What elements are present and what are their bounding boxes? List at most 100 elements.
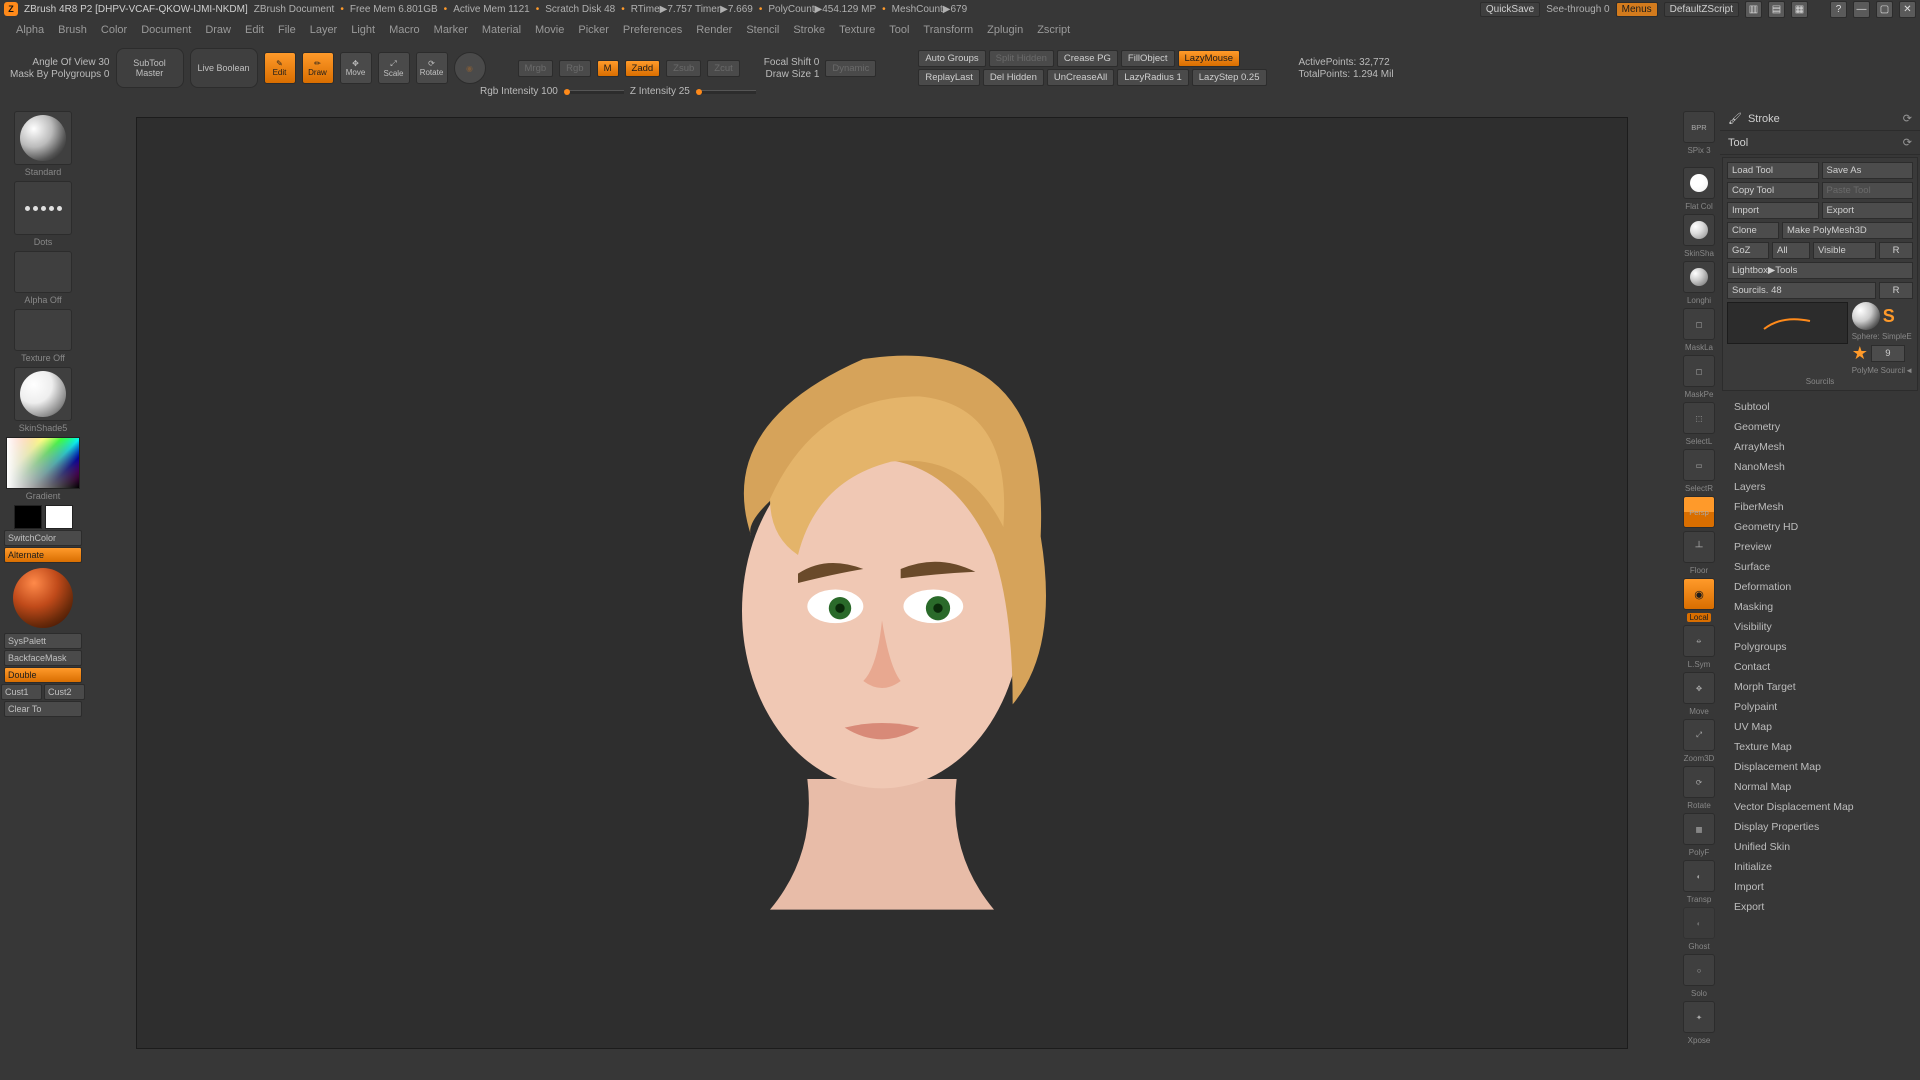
seethrough-slider[interactable]: See-through 0: [1546, 4, 1609, 15]
del-hidden-button[interactable]: Del Hidden: [983, 69, 1044, 86]
auto-groups-button[interactable]: Auto Groups: [918, 50, 985, 67]
m-button[interactable]: M: [597, 60, 619, 77]
section-arraymesh[interactable]: ArrayMesh: [1720, 437, 1920, 457]
move-nav-button[interactable]: ✥: [1683, 672, 1715, 704]
section-unified-skin[interactable]: Unified Skin: [1720, 837, 1920, 857]
clone-button[interactable]: Clone: [1727, 222, 1779, 239]
menu-transform[interactable]: Transform: [917, 22, 979, 38]
section-layers[interactable]: Layers: [1720, 477, 1920, 497]
goz-all-button[interactable]: All: [1772, 242, 1810, 259]
switch-color-button[interactable]: SwitchColor: [4, 530, 82, 546]
menu-material[interactable]: Material: [476, 22, 527, 38]
xpose-button[interactable]: ✦: [1683, 1001, 1715, 1033]
document-viewport[interactable]: [136, 117, 1628, 1049]
flatcol-button[interactable]: [1683, 167, 1715, 199]
menu-marker[interactable]: Marker: [428, 22, 474, 38]
panel-layout-2-icon[interactable]: ▤: [1768, 1, 1785, 18]
section-initialize[interactable]: Initialize: [1720, 857, 1920, 877]
section-normal-map[interactable]: Normal Map: [1720, 777, 1920, 797]
rotate-nav-button[interactable]: ⟳: [1683, 766, 1715, 798]
menu-draw[interactable]: Draw: [199, 22, 237, 38]
export-button[interactable]: Export: [1822, 202, 1914, 219]
rgb-intensity[interactable]: Rgb Intensity 100: [480, 86, 558, 97]
section-texture-map[interactable]: Texture Map: [1720, 737, 1920, 757]
edit-mode-button[interactable]: ✎Edit: [264, 52, 296, 84]
persp-button[interactable]: Persp: [1683, 496, 1715, 528]
section-morph-target[interactable]: Morph Target: [1720, 677, 1920, 697]
uncrease-all-button[interactable]: UnCreaseAll: [1047, 69, 1114, 86]
cust1-button[interactable]: Cust1: [1, 684, 42, 700]
menu-preferences[interactable]: Preferences: [617, 22, 688, 38]
color-picker[interactable]: [6, 437, 80, 489]
help-icon[interactable]: ?: [1830, 1, 1847, 18]
menu-picker[interactable]: Picker: [572, 22, 615, 38]
tool-header[interactable]: Tool ⟳: [1720, 131, 1920, 155]
mrgb-button[interactable]: Mrgb: [518, 60, 554, 77]
section-surface[interactable]: Surface: [1720, 557, 1920, 577]
color-swatch-black[interactable]: [14, 505, 42, 529]
replay-last-button[interactable]: ReplayLast: [918, 69, 980, 86]
menu-zscript[interactable]: Zscript: [1031, 22, 1076, 38]
maximize-icon[interactable]: ▢: [1876, 1, 1893, 18]
syspalette-button[interactable]: SysPalett: [4, 633, 82, 649]
goz-r-button[interactable]: R: [1879, 242, 1913, 259]
save-as-button[interactable]: Save As: [1822, 162, 1914, 179]
lazy-radius[interactable]: LazyRadius 1: [1117, 69, 1189, 86]
lsym-button[interactable]: ⦵: [1683, 625, 1715, 657]
local-button[interactable]: ◉: [1683, 578, 1715, 610]
menu-texture[interactable]: Texture: [833, 22, 881, 38]
draw-size[interactable]: Draw Size 1: [765, 69, 819, 80]
sphere-tool-thumb[interactable]: [1852, 302, 1880, 330]
minimize-icon[interactable]: —: [1853, 1, 1870, 18]
panel-layout-1-icon[interactable]: ▥: [1745, 1, 1762, 18]
section-display-properties[interactable]: Display Properties: [1720, 817, 1920, 837]
bpr-button[interactable]: BPR: [1683, 111, 1715, 143]
menu-edit[interactable]: Edit: [239, 22, 270, 38]
zcut-button[interactable]: Zcut: [707, 60, 739, 77]
subtool-master-button[interactable]: SubTool Master: [116, 48, 184, 88]
maskla-button[interactable]: ▢: [1683, 308, 1715, 340]
menu-alpha[interactable]: Alpha: [10, 22, 50, 38]
current-tool-thumb[interactable]: [1727, 302, 1848, 344]
brush-slot[interactable]: [14, 111, 72, 165]
angle-of-view[interactable]: Angle Of View 30: [32, 57, 109, 68]
menu-zplugin[interactable]: Zplugin: [981, 22, 1029, 38]
rgb-button[interactable]: Rgb: [559, 60, 590, 77]
selectr-button[interactable]: ▭: [1683, 449, 1715, 481]
section-polygroups[interactable]: Polygroups: [1720, 637, 1920, 657]
menu-color[interactable]: Color: [95, 22, 133, 38]
solo-button[interactable]: ○: [1683, 954, 1715, 986]
mask-by-polygroups[interactable]: Mask By Polygroups 0: [10, 69, 110, 80]
section-uv-map[interactable]: UV Map: [1720, 717, 1920, 737]
zsub-button[interactable]: Zsub: [666, 60, 701, 77]
scale-mode-button[interactable]: ⤢Scale: [378, 52, 410, 84]
rgb-intensity-slider[interactable]: [564, 90, 624, 94]
z-intensity-slider[interactable]: [696, 90, 756, 94]
selectl-button[interactable]: ⬚: [1683, 402, 1715, 434]
section-displacement-map[interactable]: Displacement Map: [1720, 757, 1920, 777]
lazy-step[interactable]: LazyStep 0.25: [1192, 69, 1267, 86]
menu-stroke[interactable]: Stroke: [787, 22, 831, 38]
menu-light[interactable]: Light: [345, 22, 381, 38]
section-fibermesh[interactable]: FiberMesh: [1720, 497, 1920, 517]
section-masking[interactable]: Masking: [1720, 597, 1920, 617]
spix-label[interactable]: SPix 3: [1687, 146, 1710, 155]
section-subtool[interactable]: Subtool: [1720, 397, 1920, 417]
maskpe-button[interactable]: ▢: [1683, 355, 1715, 387]
crease-pg-button[interactable]: Crease PG: [1057, 50, 1118, 67]
menu-tool[interactable]: Tool: [883, 22, 915, 38]
material-sphere-preview[interactable]: [13, 568, 73, 628]
menu-file[interactable]: File: [272, 22, 302, 38]
menu-brush[interactable]: Brush: [52, 22, 93, 38]
section-geometry[interactable]: Geometry: [1720, 417, 1920, 437]
draw-mode-button[interactable]: ✏Draw: [302, 52, 334, 84]
rotate-mode-button[interactable]: ⟳Rotate: [416, 52, 448, 84]
live-boolean-button[interactable]: Live Boolean: [190, 48, 258, 88]
longhi-button[interactable]: [1683, 261, 1715, 293]
stroke-slot[interactable]: [14, 181, 72, 235]
polymesh-star-thumb[interactable]: ★: [1852, 343, 1868, 364]
ghost-button[interactable]: ◐: [1683, 907, 1715, 939]
material-slot[interactable]: [14, 367, 72, 421]
floor-button[interactable]: ┴: [1683, 531, 1715, 563]
section-visibility[interactable]: Visibility: [1720, 617, 1920, 637]
